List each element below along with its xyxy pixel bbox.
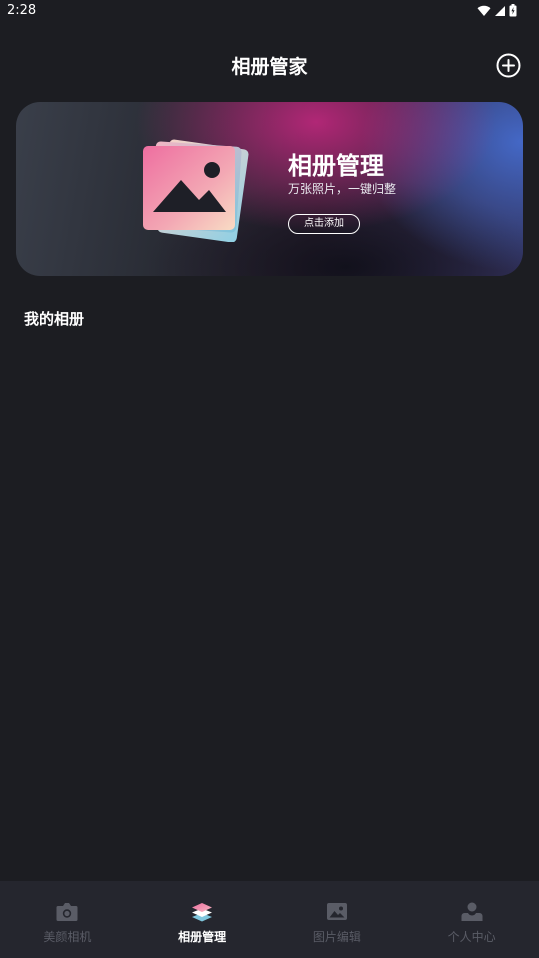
photo-stack-icon	[143, 139, 249, 242]
nav-item-profile[interactable]: 个人中心	[404, 881, 539, 958]
nav-item-album-manage[interactable]: 相册管理	[135, 881, 270, 958]
camera-icon	[56, 903, 78, 921]
banner-subtitle: 万张照片，一键归整	[288, 182, 397, 196]
nav-label: 美颜相机	[43, 930, 92, 944]
wifi-icon	[477, 5, 491, 16]
nav-label: 相册管理	[178, 930, 227, 944]
banner-title: 相册管理	[288, 152, 384, 180]
layers-icon	[192, 903, 213, 922]
screen: 2:28 相册管家 相册管理 万张照片，一键归整 点击添加 我的相册 美颜相机 …	[0, 0, 539, 958]
nav-label: 个人中心	[447, 930, 496, 944]
bottom-nav: 美颜相机 相册管理 图片编辑 个人中心	[0, 881, 539, 958]
image-icon	[326, 903, 347, 920]
app-header: 相册管家	[0, 42, 539, 86]
battery-icon	[509, 4, 517, 17]
add-button[interactable]	[496, 53, 521, 78]
nav-label: 图片编辑	[312, 930, 361, 944]
nav-item-beauty-camera[interactable]: 美颜相机	[0, 881, 135, 958]
plus-circle-icon	[496, 53, 521, 78]
status-icons	[477, 4, 517, 17]
signal-icon	[495, 5, 505, 16]
my-albums-title: 我的相册	[24, 310, 85, 328]
nav-item-image-edit[interactable]: 图片编辑	[270, 881, 405, 958]
user-icon	[461, 902, 483, 921]
page-title: 相册管家	[231, 56, 308, 78]
status-time: 2:28	[7, 3, 37, 18]
banner-add-button[interactable]: 点击添加	[288, 214, 360, 234]
status-bar: 2:28	[0, 0, 539, 24]
album-banner[interactable]: 相册管理 万张照片，一键归整 点击添加	[16, 102, 523, 276]
